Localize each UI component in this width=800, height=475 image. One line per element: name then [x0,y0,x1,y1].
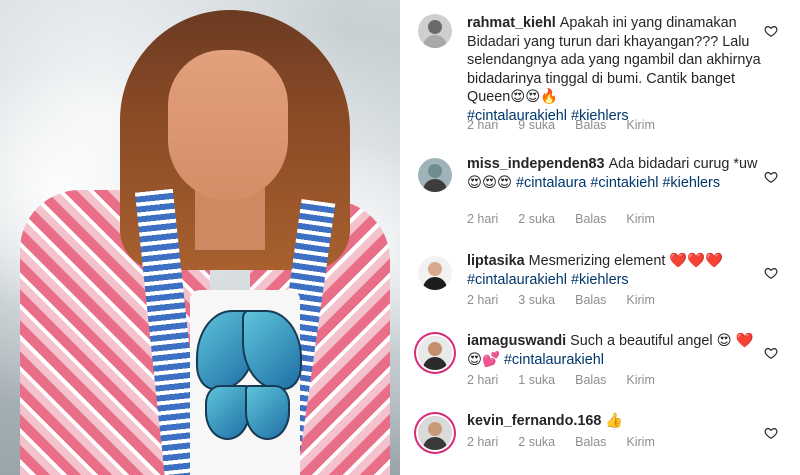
comment-username[interactable]: iamaguswandi [467,333,566,349]
avatar[interactable] [418,336,452,370]
comment-username[interactable]: miss_independen83 [467,156,605,172]
post-photo [0,0,400,475]
comment-text: liptasika Mesmerizing element ❤️❤️❤️ #cin… [467,252,767,289]
send-button[interactable]: Kirim [626,373,654,387]
reply-button[interactable]: Balas [575,118,606,132]
hashtag-link[interactable]: #cintalaurakiehl [467,272,567,288]
comment-username[interactable]: kevin_fernando.168 [467,413,601,429]
send-button[interactable]: Kirim [626,118,654,132]
hashtag-link[interactable]: #cintakiehl [590,175,658,191]
comment-body: Mesmerizing element ❤️❤️❤️ [528,253,724,269]
comment-time[interactable]: 2 hari [467,373,498,387]
comment-likes[interactable]: 9 suka [518,118,555,132]
hashtag-link[interactable]: #cintalaurakiehl [504,352,604,368]
send-button[interactable]: Kirim [626,293,654,307]
heart-outline-icon[interactable] [764,24,778,38]
reply-button[interactable]: Balas [575,293,606,307]
heart-outline-icon[interactable] [764,426,778,440]
comment-text: rahmat_kiehl Apakah ini yang dinamakan Bi… [467,14,767,125]
comment-body: 👍 [605,413,624,429]
avatar[interactable] [418,416,452,450]
heart-outline-icon[interactable] [764,170,778,184]
comment-meta: 2 hari 9 suka Balas Kirim [467,118,675,132]
comment-time[interactable]: 2 hari [467,435,498,449]
avatar[interactable] [418,256,452,290]
comment-text: miss_independen83 Ada bidadari curug *uw … [467,155,767,192]
comment-time[interactable]: 2 hari [467,118,498,132]
send-button[interactable]: Kirim [626,435,654,449]
comment-text: iamaguswandi Such a beautiful angel 😍 ❤️😍… [467,332,767,369]
comment-time[interactable]: 2 hari [467,293,498,307]
comment-likes[interactable]: 2 suka [518,212,555,226]
hashtag-link[interactable]: #kiehlers [571,272,629,288]
comment-username[interactable]: rahmat_kiehl [467,15,556,31]
comment-text: kevin_fernando.168 👍 [467,412,767,431]
comment-meta: 2 hari 2 suka Balas Kirim [467,212,675,226]
comment-likes[interactable]: 2 suka [518,435,555,449]
comment-username[interactable]: liptasika [467,253,525,269]
hashtag-link[interactable]: #kiehlers [662,175,720,191]
comment-meta: 2 hari 1 suka Balas Kirim [467,373,675,387]
heart-outline-icon[interactable] [764,266,778,280]
avatar[interactable] [418,14,452,48]
comment-likes[interactable]: 3 suka [518,293,555,307]
comment-likes[interactable]: 1 suka [518,373,555,387]
comments-list: rahmat_kiehl Apakah ini yang dinamakan Bi… [400,0,800,475]
comment-meta: 2 hari 3 suka Balas Kirim [467,293,675,307]
send-button[interactable]: Kirim [626,212,654,226]
reply-button[interactable]: Balas [575,435,606,449]
comment-time[interactable]: 2 hari [467,212,498,226]
reply-button[interactable]: Balas [575,212,606,226]
reply-button[interactable]: Balas [575,373,606,387]
comment-meta: 2 hari 2 suka Balas Kirim [467,435,675,449]
heart-outline-icon[interactable] [764,346,778,360]
hashtag-link[interactable]: #cintalaura [516,175,586,191]
avatar[interactable] [418,158,452,192]
